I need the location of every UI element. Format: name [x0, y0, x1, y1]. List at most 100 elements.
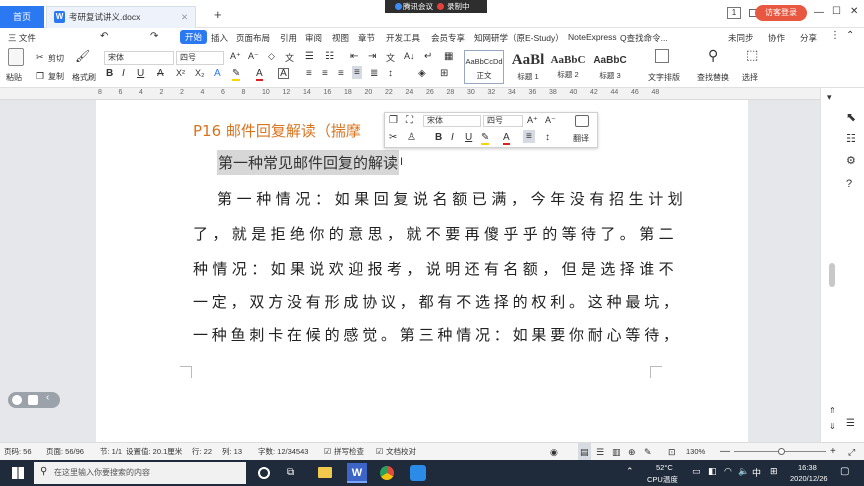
copy-button[interactable]: 复制	[48, 71, 64, 82]
notification-icon[interactable]: ▢	[840, 466, 849, 477]
sync-status[interactable]: 未同步	[728, 32, 754, 44]
mini-underline-icon[interactable]: U	[465, 132, 472, 143]
wps-writer-taskbar-icon[interactable]: W	[347, 463, 367, 483]
file-explorer-icon[interactable]	[318, 467, 332, 478]
input-language[interactable]: 中	[752, 466, 761, 479]
document-subheading[interactable]: 第一种常见邮件回复的解读	[217, 150, 400, 175]
side-cursor-icon[interactable]: ⬉	[846, 110, 856, 124]
align-center-icon[interactable]: ≡	[322, 68, 328, 79]
cut-button[interactable]: 剪切	[48, 53, 64, 64]
volume-icon[interactable]: 🔈	[738, 466, 749, 477]
menu-review[interactable]: 审阅	[305, 32, 322, 44]
strikethrough-icon[interactable]: A	[157, 68, 164, 79]
tab-document[interactable]: W 考研复试讲义.docx ✕	[46, 6, 196, 28]
fullscreen-icon[interactable]: ⤢	[848, 443, 855, 461]
mini-cut-icon[interactable]: ✂	[389, 132, 397, 143]
style-heading3[interactable]: AaBbC 标题 3	[590, 50, 630, 84]
format-painter-button[interactable]: 格式刷	[72, 72, 96, 83]
spell-check-button[interactable]: 拼写检查	[334, 443, 364, 461]
chat-icon[interactable]	[28, 395, 38, 405]
menu-references[interactable]: 引用	[280, 32, 297, 44]
status-word-count[interactable]: 字数: 12/34543	[258, 443, 308, 461]
menu-file[interactable]: 三 文件	[8, 32, 36, 44]
italic-icon[interactable]: I	[122, 68, 125, 79]
align-right-icon[interactable]: ≡	[338, 68, 344, 79]
login-button[interactable]: 访客登录	[755, 5, 807, 21]
bold-icon[interactable]: B	[106, 68, 113, 79]
document-heading[interactable]: P16 邮件回复解读（揣摩	[193, 120, 361, 141]
line-spacing-icon[interactable]: ↕	[388, 68, 393, 79]
shading-icon[interactable]: ◈	[418, 68, 426, 79]
ime-icon[interactable]: ⊞	[770, 466, 778, 477]
decrease-indent-icon[interactable]: ⇤	[350, 51, 358, 62]
font-color-icon[interactable]: A	[256, 68, 263, 81]
clear-format-icon[interactable]: ◇	[268, 51, 275, 62]
new-tab-button[interactable]: +	[214, 7, 222, 22]
text-layout-icon[interactable]	[655, 49, 669, 63]
side-help-icon[interactable]: ?	[846, 178, 852, 190]
tray-up-icon[interactable]: ⌃	[626, 466, 634, 477]
menu-insert[interactable]: 插入	[211, 32, 228, 44]
network-icon[interactable]: ▭	[692, 466, 701, 477]
style-heading2[interactable]: AaBbC 标题 2	[548, 50, 588, 84]
clock-time[interactable]: 16:38	[798, 463, 817, 472]
zoom-level[interactable]: 130%	[686, 443, 705, 461]
menu-cnki[interactable]: 知网研学（原E-Study）	[474, 32, 564, 44]
eye-icon[interactable]: ◉	[550, 443, 558, 461]
mini-align-icon[interactable]: ≡	[523, 130, 535, 143]
body-line[interactable]: 一种鱼刺卡在候的感觉。第三种情况：如果要你耐心等待，	[193, 324, 682, 345]
chinese-layout-icon[interactable]: 文	[386, 51, 395, 64]
find-replace-button[interactable]: 查找替换	[697, 72, 729, 83]
select-button[interactable]: 选择	[742, 72, 758, 83]
underline-icon[interactable]: U	[137, 68, 144, 79]
mini-bold-icon[interactable]: B	[435, 132, 442, 143]
subscript-icon[interactable]: X₂	[195, 68, 205, 78]
cut-icon[interactable]: ✂	[36, 52, 44, 63]
proof-button[interactable]: 文档校对	[386, 443, 416, 461]
side-toggle-icon[interactable]: ▾	[827, 92, 832, 103]
chrome-icon[interactable]	[380, 466, 394, 480]
wifi-icon[interactable]: ◠	[724, 466, 732, 477]
windows-start-icon[interactable]	[12, 467, 24, 479]
mini-shrink-icon[interactable]: A⁻	[545, 115, 556, 126]
scroll-up-icon[interactable]: ⇑	[829, 406, 836, 415]
menu-noteexpress[interactable]: NoteExpress	[568, 32, 617, 42]
view-page-icon[interactable]: ▤	[578, 443, 591, 461]
search-command[interactable]: Q查找命令...	[620, 32, 668, 44]
collapse-ribbon-icon[interactable]: ⌃	[846, 30, 854, 41]
font-family-select[interactable]: 宋体	[104, 51, 174, 65]
page-count-badge[interactable]: 1	[727, 7, 741, 19]
find-replace-icon[interactable]: ⚲	[708, 47, 718, 64]
zoom-options-icon[interactable]: ⊡	[668, 443, 676, 461]
zoom-in-icon[interactable]: +	[830, 443, 836, 461]
mini-font-color-icon[interactable]: A	[503, 132, 510, 145]
close-window-icon[interactable]: ✕	[850, 6, 858, 17]
menu-view[interactable]: 视图	[332, 32, 349, 44]
view-web-icon[interactable]: ⊕	[628, 443, 636, 461]
align-left-icon[interactable]: ≡	[306, 68, 312, 79]
table-icon[interactable]: ▦	[444, 51, 453, 62]
superscript-icon[interactable]: X²	[176, 68, 185, 78]
menu-start[interactable]: 开始	[180, 30, 208, 44]
meeting-indicator[interactable]: 腾讯会议 录制中	[385, 0, 487, 13]
text-layout-button[interactable]: 文字排版	[648, 72, 680, 83]
tab-close-icon[interactable]: ✕	[181, 7, 188, 27]
smile-icon[interactable]	[12, 395, 22, 405]
numbered-list-icon[interactable]: ☷	[325, 51, 334, 62]
increase-indent-icon[interactable]: ⇥	[368, 51, 376, 62]
copy-icon[interactable]: ❐	[36, 71, 44, 82]
collapse-chips-icon[interactable]: ‹	[46, 392, 49, 403]
menu-developer[interactable]: 开发工具	[386, 32, 420, 44]
share-button[interactable]: 分享	[800, 32, 817, 44]
menu-member[interactable]: 会员专享	[431, 32, 465, 44]
shrink-font-icon[interactable]: A⁻	[248, 51, 259, 62]
status-page[interactable]: 页面: 56/96	[46, 443, 84, 461]
zoom-slider-thumb[interactable]	[778, 448, 785, 455]
menu-chapter[interactable]: 章节	[358, 32, 375, 44]
phonetic-icon[interactable]: 文	[285, 51, 294, 64]
zoom-out-icon[interactable]: —	[720, 443, 730, 461]
tray-icon[interactable]: ◧	[708, 466, 717, 477]
translate-button[interactable]: 翻译	[573, 133, 589, 144]
style-normal[interactable]: AaBbCcDd 正文	[464, 50, 504, 84]
mini-format-icon[interactable]: ⛶	[406, 115, 413, 126]
